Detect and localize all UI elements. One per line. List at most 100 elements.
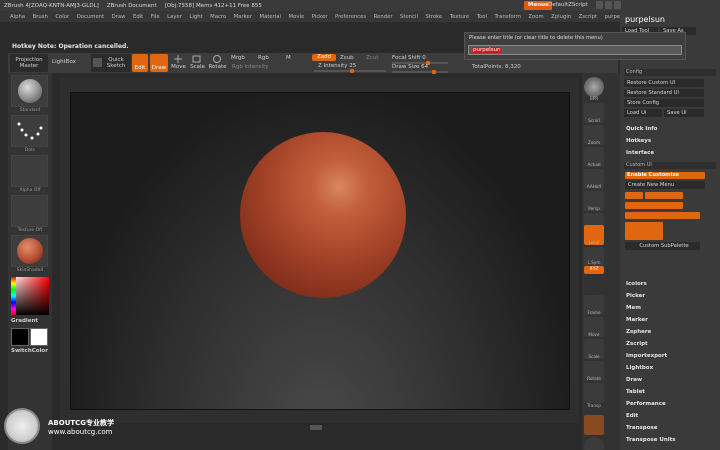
menu-edit[interactable]: Edit <box>133 14 143 20</box>
custom-separator-4[interactable] <box>625 212 700 219</box>
restore-standard-ui-button[interactable]: Restore Standard UI <box>624 89 704 97</box>
interface-item[interactable]: Interface <box>626 150 654 156</box>
draw-button[interactable]: Draw <box>150 54 168 72</box>
menu-preferences[interactable]: Preferences <box>335 14 366 20</box>
menu-item-marker[interactable]: Marker <box>626 317 648 323</box>
projection-master-button[interactable]: Projection Master <box>10 54 48 72</box>
custom-separator-3[interactable] <box>625 202 683 209</box>
menu-zplugin[interactable]: Zplugin <box>551 14 571 20</box>
bpr-icon[interactable] <box>584 77 604 97</box>
menu-color[interactable]: Color <box>55 14 69 20</box>
create-new-menu-button[interactable]: Create New Menu <box>625 181 705 189</box>
menu-document[interactable]: Document <box>77 14 104 20</box>
menu-layer[interactable]: Layer <box>167 14 182 20</box>
store-config-button[interactable]: Store Config <box>624 99 704 107</box>
draw-size-knob[interactable] <box>432 70 436 74</box>
title-input[interactable]: purpelsun <box>468 45 682 55</box>
custom-separator-1[interactable] <box>625 192 643 199</box>
solo-icon[interactable] <box>584 437 604 450</box>
brush-thumbnail[interactable] <box>11 75 48 107</box>
hotkeys-item[interactable]: Hotkeys <box>626 138 651 144</box>
sphere-model[interactable] <box>240 132 406 298</box>
z-intensity-track[interactable] <box>314 69 386 73</box>
lightbox-button[interactable]: LightBox <box>51 59 77 65</box>
stroke-thumbnail[interactable] <box>11 115 48 147</box>
alpha-thumbnail[interactable] <box>11 155 48 187</box>
custom-separator-2[interactable] <box>645 192 683 199</box>
minimize-icon[interactable] <box>596 1 603 9</box>
menu-alpha[interactable]: Alpha <box>10 14 25 20</box>
menu-zscript[interactable]: Zscript <box>579 14 597 20</box>
secondary-color-swatch[interactable] <box>30 328 48 346</box>
custom-subpalette-button[interactable]: Custom SubPalette <box>625 242 700 250</box>
menu-draw[interactable]: Draw <box>112 14 126 20</box>
draw-size-slider[interactable]: Draw Size 64 <box>392 64 428 70</box>
menu-item-lightbox[interactable]: Lightbox <box>626 365 653 371</box>
menu-movie[interactable]: Movie <box>289 14 305 20</box>
maximize-icon[interactable] <box>605 1 612 9</box>
menu-item-picker[interactable]: Picker <box>626 293 645 299</box>
menu-light[interactable]: Light <box>189 14 202 20</box>
quick-info-item[interactable]: Quick Info <box>626 126 657 132</box>
bottom-tray-handle[interactable] <box>310 425 322 430</box>
primary-color-swatch[interactable] <box>11 328 29 346</box>
mrgb-button[interactable]: Mrgb <box>231 55 245 61</box>
menu-texture[interactable]: Texture <box>450 14 469 20</box>
switch-color-button[interactable]: SwitchColor <box>11 348 48 354</box>
persp-label: Persp <box>588 206 600 211</box>
rgb-button[interactable]: Rgb <box>258 55 269 61</box>
z-intensity-knob[interactable] <box>350 69 354 73</box>
enable-customize-button[interactable]: Enable Customize <box>625 172 705 179</box>
zcut-button[interactable]: Zcut <box>366 55 378 61</box>
zadd-button[interactable]: Zadd <box>312 54 336 61</box>
texture-thumbnail[interactable] <box>11 195 48 227</box>
restore-custom-ui-button[interactable]: Restore Custom UI <box>624 79 704 87</box>
menu-item-zsphere[interactable]: Zsphere <box>626 329 651 335</box>
menu-item-importexport[interactable]: Importexport <box>626 353 667 359</box>
custom-ui-section[interactable]: Custom UI <box>624 162 716 169</box>
load-ui-button[interactable]: Load Ui <box>624 109 662 117</box>
menu-macro[interactable]: Macro <box>210 14 226 20</box>
menu-material[interactable]: Material <box>260 14 282 20</box>
menu-transform[interactable]: Transform <box>495 14 521 20</box>
color-picker[interactable] <box>11 277 49 315</box>
menu-picker[interactable]: Picker <box>312 14 328 20</box>
zsub-button[interactable]: Zsub <box>340 55 354 61</box>
quick-sketch-button[interactable]: Quick Sketch <box>91 54 131 72</box>
menu-tool[interactable]: Tool <box>477 14 487 20</box>
menu-stencil[interactable]: Stencil <box>400 14 418 20</box>
xyz-button[interactable]: XYZ <box>584 266 604 274</box>
draw-size-track[interactable] <box>392 70 448 74</box>
menu-zoom[interactable]: Zoom <box>528 14 543 20</box>
focal-shift-slider[interactable]: Focal Shift 0 <box>392 55 426 61</box>
custom-block[interactable] <box>625 222 663 240</box>
edit-button[interactable]: Edit <box>132 54 148 72</box>
menu-item-mem[interactable]: Mem <box>626 305 641 311</box>
hue-strip[interactable] <box>11 277 16 315</box>
close-icon[interactable] <box>614 1 621 9</box>
gradient-button[interactable]: Gradient <box>11 318 38 324</box>
default-zscript-button[interactable]: DefaultZScript <box>548 1 588 10</box>
rgb-intensity-slider[interactable]: Rgb Intensity <box>232 64 269 70</box>
menu-marker[interactable]: Marker <box>234 14 252 20</box>
menu-item-transpose-units[interactable]: Transpose Units <box>626 437 676 443</box>
menu-item-transpose[interactable]: Transpose <box>626 425 657 431</box>
menu-item-zscript[interactable]: Zscript <box>626 341 648 347</box>
config-section[interactable]: Config <box>624 69 716 76</box>
material-thumbnail[interactable] <box>11 235 48 267</box>
move-icon <box>172 54 186 66</box>
m-button[interactable]: M <box>286 55 291 61</box>
menu-file[interactable]: File <box>151 14 160 20</box>
menu-item-tablet[interactable]: Tablet <box>626 389 645 395</box>
polyframe-icon[interactable] <box>584 383 604 403</box>
menu-stroke[interactable]: Stroke <box>425 14 442 20</box>
menu-item-edit[interactable]: Edit <box>626 413 638 419</box>
ghost-icon[interactable] <box>584 415 604 435</box>
menu-item-performance[interactable]: Performance <box>626 401 666 407</box>
material-label: SkinShade4 <box>16 268 44 273</box>
menu-item-icolors[interactable]: Icolors <box>626 281 647 287</box>
menu-render[interactable]: Render <box>374 14 393 20</box>
save-ui-button[interactable]: Save Ui <box>664 109 704 117</box>
menu-brush[interactable]: Brush <box>33 14 48 20</box>
menu-item-draw[interactable]: Draw <box>626 377 642 383</box>
